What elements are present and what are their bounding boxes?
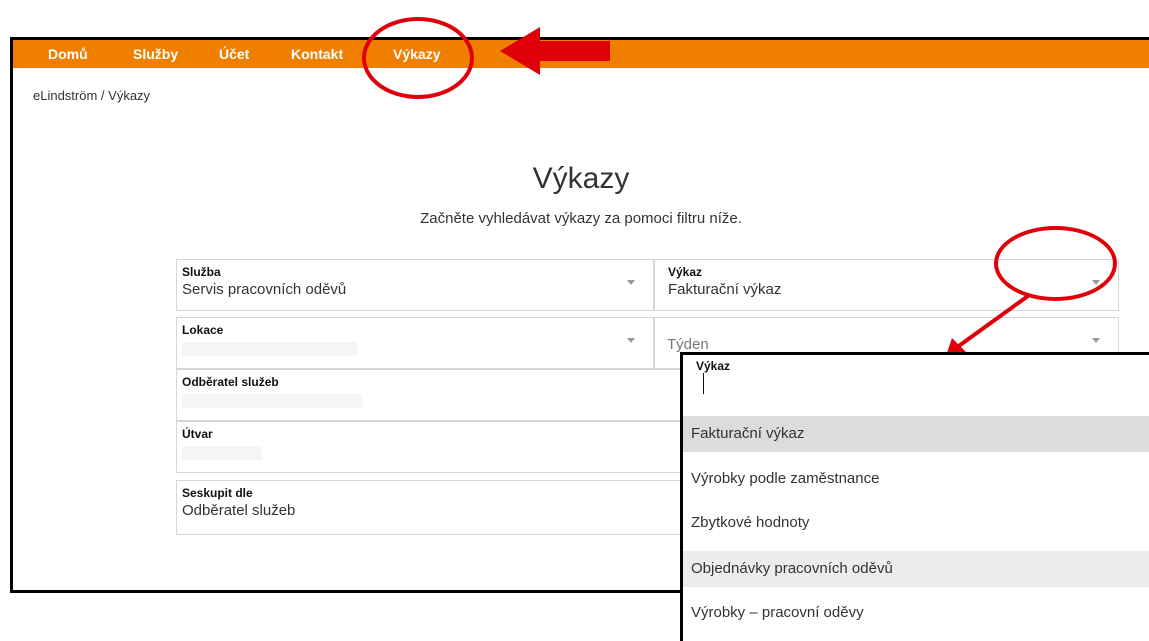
group-by-value: Odběratel služeb xyxy=(182,502,296,519)
location-label: Lokace xyxy=(182,323,224,337)
highlight-ellipse-nav xyxy=(362,17,474,99)
chevron-down-icon xyxy=(1092,338,1100,343)
dropdown-option[interactable]: Objednávky pracovních oděvů xyxy=(683,551,1149,587)
redacted-value xyxy=(182,394,362,408)
chevron-down-icon xyxy=(627,338,635,343)
arrow-left-icon xyxy=(500,27,610,75)
breadcrumb: eLindström / Výkazy xyxy=(33,88,151,103)
dropdown-option[interactable]: Fakturační výkaz xyxy=(683,416,1149,452)
dropdown-label: Výkaz xyxy=(696,359,731,373)
nav-item-account[interactable]: Účet xyxy=(219,46,249,62)
redacted-value xyxy=(182,446,262,460)
customer-label: Odběratel služeb xyxy=(182,375,279,389)
group-by-label: Seskupit dle xyxy=(182,486,253,500)
department-select[interactable]: Útvar xyxy=(176,421,686,473)
dropdown-option[interactable]: Výrobky podle zaměstnance xyxy=(683,461,1149,497)
nav-item-services[interactable]: Služby xyxy=(133,46,178,62)
dropdown-option[interactable]: Výrobky – pracovní oděvy xyxy=(683,595,1149,631)
highlight-ellipse-caret xyxy=(994,226,1117,301)
department-label: Útvar xyxy=(182,427,213,441)
text-cursor xyxy=(703,373,704,394)
chevron-down-icon xyxy=(627,280,635,285)
report-value: Fakturační výkaz xyxy=(668,281,782,298)
customer-select[interactable]: Odběratel služeb xyxy=(176,369,686,421)
page-title: Výkazy xyxy=(532,162,630,195)
report-label: Výkaz xyxy=(668,265,703,279)
report-dropdown-popup: Výkaz Fakturační výkaz Výrobky podle zam… xyxy=(680,352,1149,641)
redacted-value xyxy=(182,342,357,356)
service-label: Služba xyxy=(182,265,221,279)
group-by-select[interactable]: Seskupit dle Odběratel služeb xyxy=(176,480,686,535)
dropdown-option[interactable]: Zbytkové hodnoty xyxy=(683,505,1149,541)
nav-item-home[interactable]: Domů xyxy=(48,46,88,62)
page-subtitle: Začněte vyhledávat výkazy za pomoci filt… xyxy=(420,210,742,227)
service-value: Servis pracovních oděvů xyxy=(182,281,347,298)
service-select[interactable]: Služba Servis pracovních oděvů xyxy=(176,259,654,311)
nav-item-contact[interactable]: Kontakt xyxy=(291,46,343,62)
week-placeholder: Týden xyxy=(667,336,709,353)
location-select[interactable]: Lokace xyxy=(176,317,654,369)
